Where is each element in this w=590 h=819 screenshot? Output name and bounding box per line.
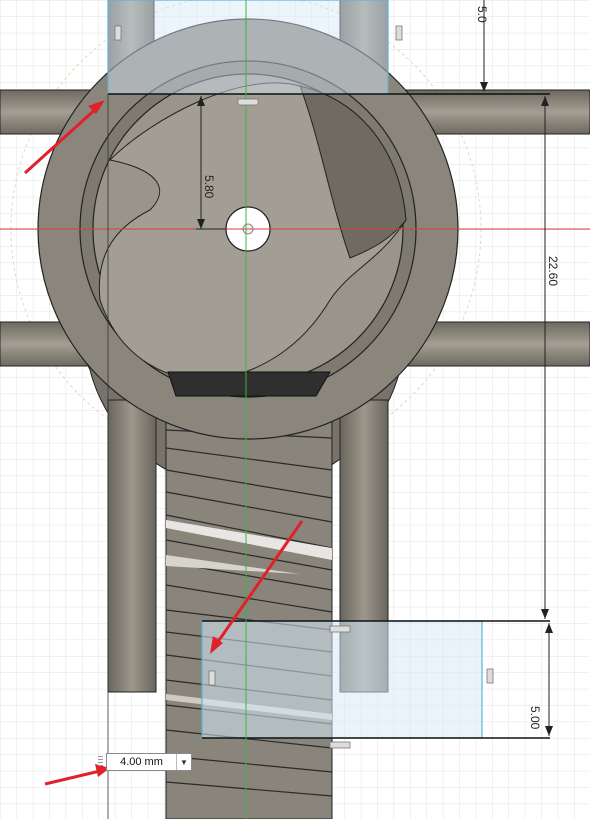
constraint-icon[interactable]: [237, 98, 259, 106]
design-viewport[interactable]: 5.0 5.80 22.60 5.00: [0, 0, 590, 819]
dimension-vertical-text: 22.60: [546, 256, 560, 286]
constraint-icon[interactable]: [329, 741, 351, 749]
dimension-value-text[interactable]: 4.00 mm: [107, 756, 176, 768]
chevron-down-icon[interactable]: ▼: [176, 754, 191, 770]
selected-face-top[interactable]: [107, 0, 389, 95]
input-drag-handle[interactable]: [98, 756, 103, 768]
constraint-icon[interactable]: [486, 668, 494, 684]
dimension-bottom-text: 5.00: [528, 706, 542, 730]
leg-left: [107, 399, 157, 693]
selected-face-bottom[interactable]: [201, 620, 483, 739]
constraint-icon[interactable]: [395, 25, 403, 41]
dimension-value-input[interactable]: 4.00 mm ▼: [106, 753, 192, 771]
dimension-radius-text: 5.80: [202, 175, 216, 199]
dimension-top-text: 5.0: [475, 6, 489, 23]
constraint-icon[interactable]: [114, 25, 122, 41]
cam-groove: [167, 371, 331, 397]
constraint-icon[interactable]: [208, 670, 216, 686]
constraint-icon[interactable]: [329, 625, 351, 633]
